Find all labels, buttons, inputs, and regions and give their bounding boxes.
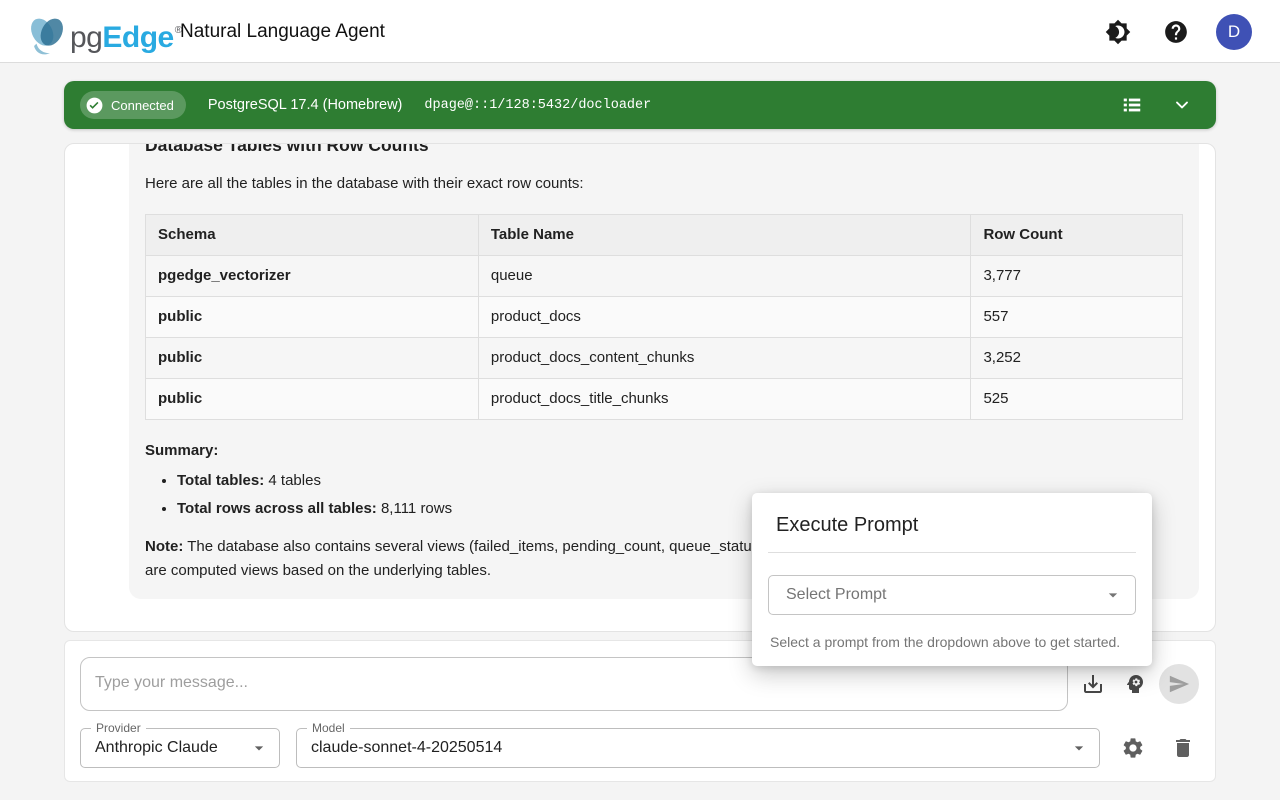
pgedge-heart-icon xyxy=(24,12,70,58)
theme-toggle-button[interactable] xyxy=(1100,14,1136,50)
pgedge-logo: pgEdge® xyxy=(24,8,182,61)
gear-icon xyxy=(1121,736,1145,760)
message-heading: Database Tables with Row Counts xyxy=(145,143,1183,156)
status-badge: Connected xyxy=(80,91,186,119)
dialog-helper-text: Select a prompt from the dropdown above … xyxy=(768,634,1136,650)
help-button[interactable] xyxy=(1158,14,1194,50)
cell-table-name: product_docs_title_chunks xyxy=(478,379,971,420)
download-icon xyxy=(1081,672,1105,696)
connection-collapse-button[interactable] xyxy=(1170,93,1194,117)
app-header: pgEdge® Natural Language Agent D xyxy=(0,0,1280,63)
connection-string-text: dpage@::1/128:5432/docloader xyxy=(424,98,651,113)
list-icon xyxy=(1121,94,1143,116)
cell-row-count: 557 xyxy=(971,297,1183,338)
table-row: public product_docs_title_chunks 525 xyxy=(146,379,1183,420)
bullet-label: Total rows across all tables: xyxy=(177,500,377,517)
execute-prompt-dialog: Execute Prompt Select Prompt Select a pr… xyxy=(752,493,1152,666)
table-row: pgedge_vectorizer queue 3,777 xyxy=(146,256,1183,297)
cell-row-count: 3,777 xyxy=(971,256,1183,297)
cell-table-name: queue xyxy=(478,256,971,297)
download-button[interactable] xyxy=(1073,664,1113,704)
question-circle-icon xyxy=(1163,19,1189,45)
message-intro: Here are all the tables in the database … xyxy=(145,174,1183,194)
bullet-value: 4 tables xyxy=(264,472,321,489)
prompt-ideas-button[interactable] xyxy=(1115,664,1155,704)
user-avatar[interactable]: D xyxy=(1216,14,1252,50)
cell-table-name: product_docs xyxy=(478,297,971,338)
cell-row-count: 525 xyxy=(971,379,1183,420)
summary-heading: Summary: xyxy=(145,442,1183,459)
table-row: public product_docs_content_chunks 3,252 xyxy=(146,338,1183,379)
brightness-moon-icon xyxy=(1105,19,1131,45)
bullet-label: Total tables: xyxy=(177,472,264,489)
provider-value: Anthropic Claude xyxy=(81,739,249,757)
bullet-value: 8,111 rows xyxy=(377,500,452,517)
provider-label: Provider xyxy=(91,721,146,735)
list-item: Total tables: 4 tables xyxy=(177,471,1183,491)
cell-table-name: product_docs_content_chunks xyxy=(478,338,971,379)
connection-bar: Connected PostgreSQL 17.4 (Homebrew) dpa… xyxy=(64,81,1216,129)
paper-plane-icon xyxy=(1168,673,1190,695)
logo-text-edge: Edge xyxy=(102,21,173,54)
select-prompt-dropdown[interactable]: Select Prompt xyxy=(768,575,1136,615)
chevron-down-icon xyxy=(1172,95,1192,115)
dialog-title: Execute Prompt xyxy=(768,513,1136,537)
model-select[interactable]: Model claude-sonnet-4-20250514 xyxy=(296,728,1100,768)
column-header-schema: Schema xyxy=(146,215,479,256)
dialog-divider xyxy=(768,552,1136,553)
row-counts-table: Schema Table Name Row Count pgedge_vecto… xyxy=(145,214,1183,420)
cell-schema: pgedge_vectorizer xyxy=(146,256,479,297)
logo-text-pg: pg xyxy=(70,21,102,54)
clear-conversation-button[interactable] xyxy=(1171,736,1195,760)
send-button[interactable] xyxy=(1159,664,1199,704)
model-value: claude-sonnet-4-20250514 xyxy=(297,739,1069,757)
check-circle-icon xyxy=(85,96,104,115)
status-badge-label: Connected xyxy=(111,98,174,113)
model-label: Model xyxy=(307,721,350,735)
psychology-head-gear-icon xyxy=(1123,672,1147,696)
table-row: public product_docs 557 xyxy=(146,297,1183,338)
server-version-text: PostgreSQL 17.4 (Homebrew) xyxy=(208,97,403,113)
column-header-table-name: Table Name xyxy=(478,215,971,256)
page-title: Natural Language Agent xyxy=(180,0,385,63)
table-header-row: Schema Table Name Row Count xyxy=(146,215,1183,256)
provider-select[interactable]: Provider Anthropic Claude xyxy=(80,728,280,768)
cell-schema: public xyxy=(146,297,479,338)
caret-down-icon xyxy=(249,738,269,758)
column-header-row-count: Row Count xyxy=(971,215,1183,256)
caret-down-icon xyxy=(1103,585,1123,605)
cell-schema: public xyxy=(146,338,479,379)
caret-down-icon xyxy=(1069,738,1089,758)
select-prompt-placeholder: Select Prompt xyxy=(786,586,1103,604)
cell-schema: public xyxy=(146,379,479,420)
settings-button[interactable] xyxy=(1121,736,1145,760)
cell-row-count: 3,252 xyxy=(971,338,1183,379)
trash-icon xyxy=(1171,736,1195,760)
note-label: Note: xyxy=(145,538,183,555)
queue-list-button[interactable] xyxy=(1120,93,1144,117)
